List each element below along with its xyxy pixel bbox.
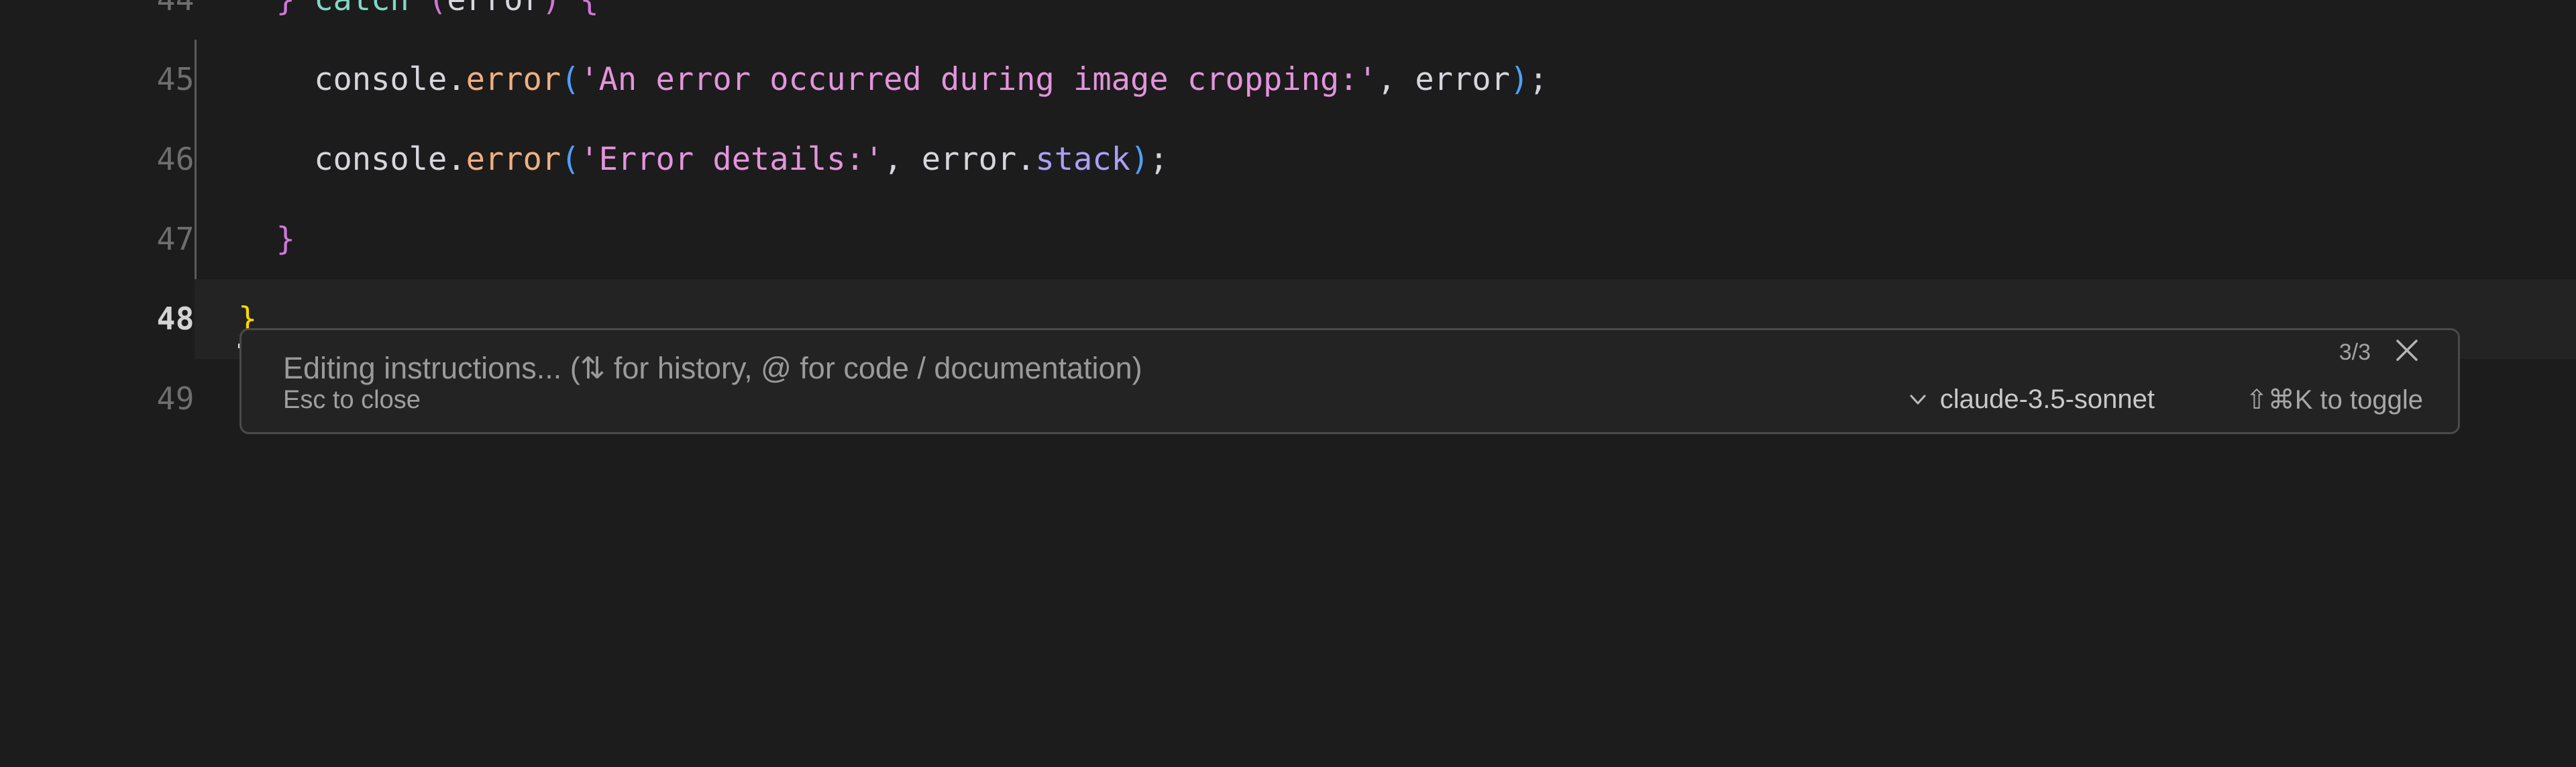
code-line-content[interactable]: console. error('An error occurred during …: [195, 40, 2576, 119]
model-name-label: claude-3.5-sonnet: [1939, 384, 2155, 414]
line-number: 47: [156, 221, 195, 257]
esc-to-close-hint: Esc to close: [283, 385, 421, 414]
indent-guide: [195, 40, 197, 119]
chevron-down-icon: [1907, 388, 1929, 411]
code-token: 'An error occurred during image cropping…: [580, 61, 1377, 98]
code-token: }: [276, 0, 315, 40]
code-token: ,: [1377, 61, 1415, 98]
line-number: 46: [156, 141, 195, 177]
code-token: (: [428, 0, 447, 40]
code-token: error: [466, 61, 561, 98]
code-token: console: [314, 61, 447, 98]
code-token: 'Error details:': [580, 141, 884, 178]
code-token: catch: [314, 0, 409, 40]
code-token: (: [561, 141, 580, 178]
close-icon[interactable]: [2391, 334, 2423, 366]
code-token: ,: [883, 141, 922, 178]
code-token: console: [314, 141, 447, 178]
code-token: (: [561, 61, 580, 98]
code-token: .: [447, 141, 466, 178]
code-token: .: [1016, 141, 1036, 178]
inline-edit-footer: Esc to close claude-3.5-sonnet ⇧⌘K to to…: [241, 385, 2458, 432]
code-token: error: [447, 0, 541, 40]
code-token: .: [447, 61, 466, 98]
code-line[interactable]: 45 console. error('An error occurred duri…: [0, 40, 2576, 119]
inline-edit-input[interactable]: Editing instructions... (⇅ for history, …: [241, 350, 1142, 386]
code-token: ;: [1529, 61, 1548, 98]
line-number: 44: [0, 0, 195, 40]
indent-guide: [195, 199, 197, 279]
inline-edit-input-row[interactable]: Editing instructions... (⇅ for history, …: [241, 330, 2458, 387]
line-number: 49: [156, 380, 195, 417]
code-line-content[interactable]: }: [195, 199, 2576, 279]
code-token: ;: [1149, 141, 1169, 178]
code-line[interactable]: 47 }: [0, 199, 2576, 279]
code-line[interactable]: 46 console. error('Error details:', error…: [0, 119, 2576, 199]
code-token: stack: [1035, 141, 1130, 178]
code-token: error: [466, 141, 561, 178]
code-token: error: [1415, 61, 1510, 98]
code-line-content[interactable]: } catch (error) {: [195, 0, 2576, 40]
toggle-shortcut-hint: ⇧⌘K to toggle: [2245, 385, 2423, 415]
model-selector[interactable]: claude-3.5-sonnet: [1907, 385, 2155, 415]
code-token: ): [542, 0, 561, 40]
code-editor[interactable]: 44 } catch (error) {45 console.error('An…: [0, 0, 2576, 767]
inline-edit-widget[interactable]: Editing instructions... (⇅ for history, …: [239, 328, 2460, 434]
code-token: ): [1130, 141, 1150, 178]
code-token: {: [580, 0, 598, 40]
code-token: ): [1509, 61, 1529, 98]
code-line-content[interactable]: console. error('Error details:', error. st…: [195, 119, 2576, 199]
code-line[interactable]: 44 } catch (error) {: [0, 0, 2576, 40]
code-token: error: [921, 141, 1017, 178]
code-token: }: [276, 221, 295, 258]
line-number: 45: [156, 61, 195, 97]
line-number: 48: [156, 301, 195, 337]
generation-counter: 3/3: [2339, 340, 2371, 365]
indent-guide: [195, 119, 197, 199]
